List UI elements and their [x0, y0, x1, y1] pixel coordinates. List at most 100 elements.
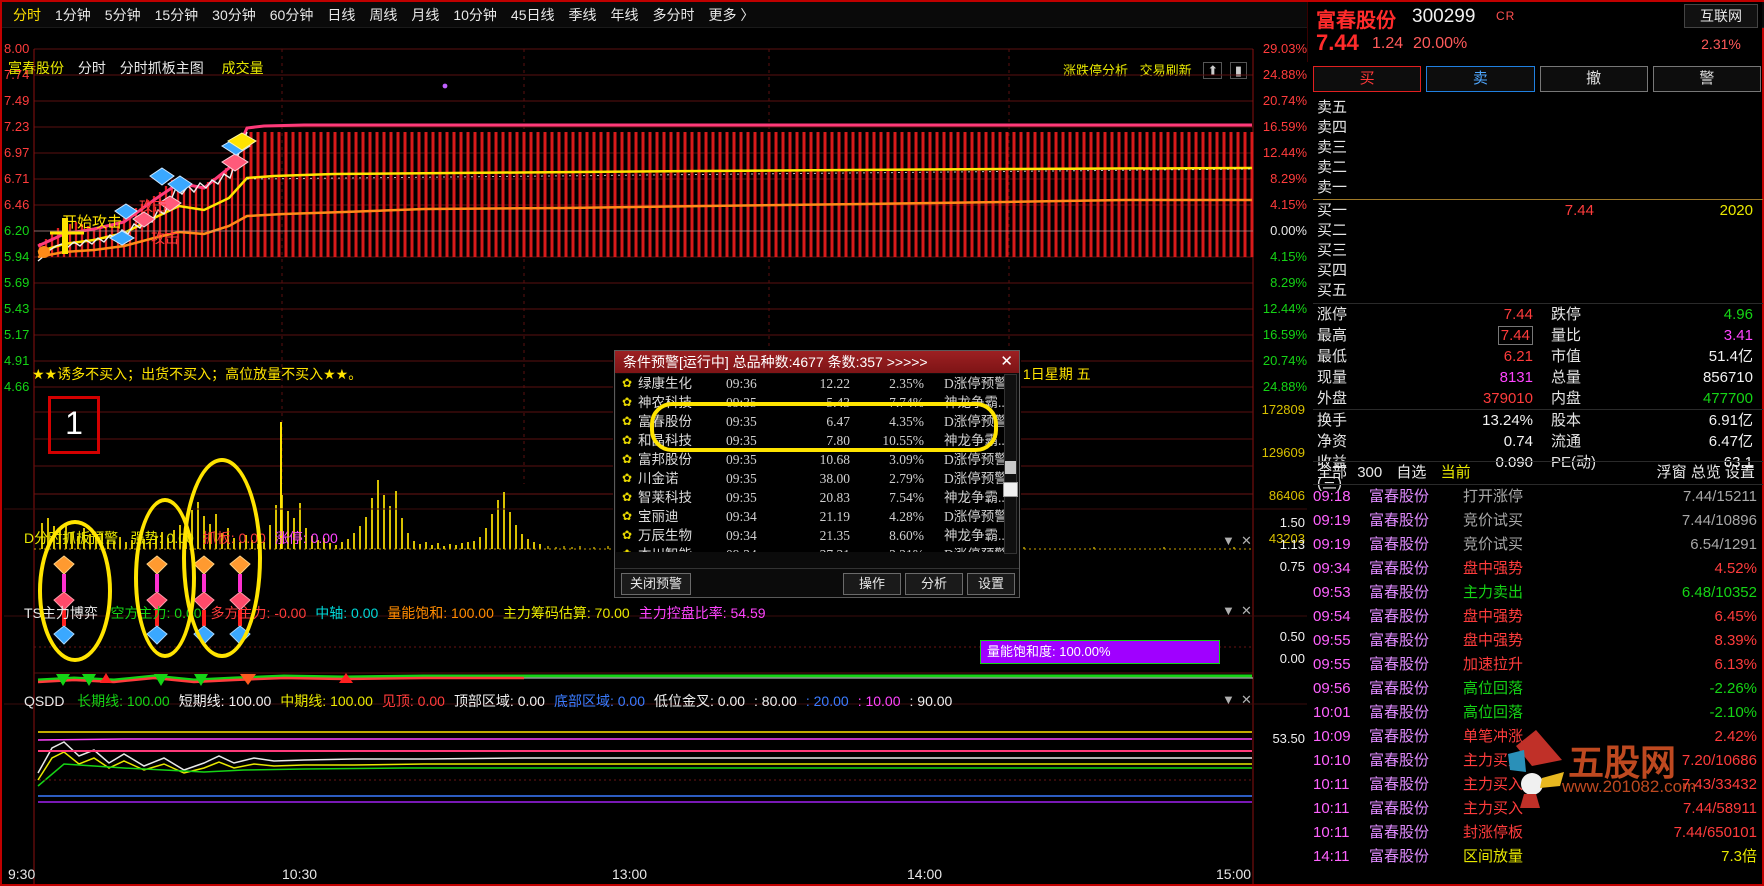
alert-star-icon: ✿: [621, 528, 633, 542]
filter-custom[interactable]: 自选: [1396, 464, 1426, 481]
alert-dialog-titlebar[interactable]: 条件预警[运行中] 总品种数:4677 条数:357 >>>>> ✕: [615, 351, 1019, 373]
close-icon[interactable]: ✕: [1000, 351, 1013, 373]
ask-row[interactable]: 卖五: [1313, 98, 1763, 118]
bid-row[interactable]: 买一 7.44 2020: [1313, 201, 1763, 221]
indicator-item: : 10.00: [857, 693, 901, 709]
transaction-row[interactable]: 09:34 富春股份 盘中强势 4.52%: [1313, 557, 1764, 581]
tx-name: 富春股份: [1369, 584, 1430, 601]
transaction-row[interactable]: 09:54 富春股份 盘中强势 6.45%: [1313, 605, 1764, 629]
filter-all[interactable]: 全部: [1317, 464, 1347, 481]
close-alert-button[interactable]: 关闭预警: [621, 573, 691, 595]
transaction-log[interactable]: 09:18 富春股份 打开涨停 7.44/15211 09:19 富春股份 竞价试买 7.44…: [1313, 485, 1764, 885]
bid-row[interactable]: 买四: [1313, 261, 1763, 281]
transaction-row[interactable]: 09:56 富春股份 高位回落 -2.26%: [1313, 677, 1764, 701]
alert-list-scrollbar[interactable]: [1004, 374, 1017, 554]
top-menu-item-3[interactable]: 15分钟: [148, 2, 206, 28]
panel4-collapse-icon[interactable]: ▼: [1222, 692, 1235, 707]
alert-list[interactable]: ✿ 绿康生化 09:36 12.22 2.35% D涨停预警 ✿ 神农科技 09:35 5.43 7…: [616, 374, 1016, 552]
pct-axis-tick: 4.15%: [1270, 249, 1307, 264]
scrollbar-thumb[interactable]: [1005, 461, 1016, 474]
time-axis-tick: 14:00: [907, 866, 943, 882]
listbar-right-actions[interactable]: 浮窗 总览 设置: [1657, 462, 1755, 484]
sell-button[interactable]: 卖: [1426, 66, 1535, 92]
transaction-row[interactable]: 09:55 富春股份 盘中强势 8.39%: [1313, 629, 1764, 653]
ask-row[interactable]: 卖三: [1313, 138, 1763, 158]
filter-300[interactable]: 300: [1357, 464, 1382, 481]
tx-value: -2.26%: [1709, 680, 1757, 697]
tx-time: 10:01: [1313, 704, 1351, 721]
panel3-collapse-icon[interactable]: ▼: [1222, 603, 1235, 618]
ask-row[interactable]: 卖一: [1313, 178, 1763, 198]
top-menu-item-5[interactable]: 60分钟: [263, 2, 321, 28]
transaction-row[interactable]: 09:53 富春股份 主力卖出 6.48/10352: [1313, 581, 1764, 605]
alert-row[interactable]: ✿ 绿康生化 09:36 12.22 2.35% D涨停预警: [616, 374, 1016, 393]
ask-row[interactable]: 卖二: [1313, 158, 1763, 178]
alert-dialog[interactable]: 条件预警[运行中] 总品种数:4677 条数:357 >>>>> ✕ ✿ 绿康生化…: [614, 350, 1020, 598]
transaction-row[interactable]: 09:55 富春股份 加速拉升 6.13%: [1313, 653, 1764, 677]
level-price: [1379, 158, 1594, 178]
settings-button[interactable]: 设置: [967, 573, 1015, 595]
transaction-row[interactable]: 09:18 富春股份 打开涨停 7.44/15211: [1313, 485, 1764, 509]
price-axis-tick: 6.97: [4, 145, 30, 160]
transaction-row[interactable]: 09:19 富春股份 竞价试买 7.44/10896: [1313, 509, 1764, 533]
tx-value: -2.10%: [1709, 704, 1757, 721]
top-menu-item-14[interactable]: 更多 〉: [701, 2, 761, 28]
top-menu-item-7[interactable]: 周线: [362, 2, 404, 28]
panel4-close-icon[interactable]: ✕: [1241, 692, 1252, 708]
sector-label[interactable]: 互联网: [1684, 4, 1758, 28]
alert-row[interactable]: ✿ 和晶科技 09:35 7.80 10.55% 神龙争霸...: [616, 431, 1016, 450]
time-axis-tick: 15:00: [1216, 866, 1252, 882]
stat-value: 0.74: [1503, 433, 1533, 450]
transaction-row[interactable]: 14:11 富春股份 区间放量 7.3倍: [1313, 845, 1764, 869]
alert-row[interactable]: ✿ 智莱科技 09:35 20.83 7.54% 神龙争霸...: [616, 488, 1016, 507]
stat-key: 外盘: [1317, 390, 1348, 407]
alert-row[interactable]: ✿ 万辰生物 09:34 21.35 8.60% 神龙争霸...: [616, 526, 1016, 545]
panel2-close-icon[interactable]: ✕: [1241, 533, 1252, 549]
alert-checkbox[interactable]: [1003, 482, 1018, 497]
pct-axis-tick: 12.44%: [1262, 145, 1307, 160]
top-menu-item-8[interactable]: 月线: [404, 2, 446, 28]
top-menu-item-2[interactable]: 5分钟: [98, 2, 148, 28]
alert-price: 21.19: [819, 509, 850, 524]
cancel-button[interactable]: 撤: [1539, 66, 1648, 92]
tx-name: 富春股份: [1369, 848, 1430, 865]
price-axis-tick: 7.74: [4, 67, 30, 82]
alert-row[interactable]: ✿ 神农科技 09:35 5.43 7.74% 神龙争霸...: [616, 393, 1016, 412]
alert-time: 09:34: [726, 509, 757, 524]
transaction-row[interactable]: 09:19 富春股份 竞价试买 6.54/1291: [1313, 533, 1764, 557]
analyze-button[interactable]: 分析: [905, 573, 963, 595]
price-axis-tick: 6.71: [4, 171, 30, 186]
top-menu-item-9[interactable]: 10分钟: [446, 2, 504, 28]
filter-current[interactable]: 当前: [1441, 464, 1471, 481]
alert-row[interactable]: ✿ 富春股份 09:35 6.47 4.35% D涨停预警: [616, 412, 1016, 431]
bid-row[interactable]: 买三: [1313, 241, 1763, 261]
alert-row[interactable]: ✿ 富邦股份 09:35 10.68 3.09% D涨停预警: [616, 450, 1016, 469]
stat-value: 8131: [1499, 369, 1533, 386]
alert-price: 5.43: [826, 395, 850, 410]
operation-button[interactable]: 操作: [843, 573, 901, 595]
stat-value-2: 51.4亿: [1708, 348, 1753, 365]
transaction-row[interactable]: 10:11 富春股份 封涨停板 7.44/650101: [1313, 821, 1764, 845]
top-menu-item-6[interactable]: 日线: [320, 2, 362, 28]
top-menu-item-0[interactable]: 分时: [6, 2, 48, 28]
stock-sector[interactable]: 互联网 2.31%: [1684, 4, 1758, 52]
alert-row[interactable]: ✿本川智能09:3437.313.21%D涨停预警: [616, 545, 1016, 552]
alert-row[interactable]: ✿ 宝丽迪 09:34 21.19 4.28% D涨停预警: [616, 507, 1016, 526]
indicator-item: 主力控盘比率: 54.59: [638, 605, 766, 621]
ask-row[interactable]: 卖四: [1313, 118, 1763, 138]
top-menu-item-10[interactable]: 45日线: [504, 2, 562, 28]
sector-pct: 2.31%: [1701, 36, 1741, 52]
alarm-button[interactable]: 警: [1652, 66, 1761, 92]
top-menu-item-1[interactable]: 1分钟: [48, 2, 98, 28]
top-menu-item-4[interactable]: 30分钟: [205, 2, 263, 28]
alert-row[interactable]: ✿ 川金诺 09:35 38.00 2.79% D涨停预警: [616, 469, 1016, 488]
panel3-close-icon[interactable]: ✕: [1241, 603, 1252, 619]
bid-row[interactable]: 买二: [1313, 221, 1763, 241]
bid-row[interactable]: 买五: [1313, 281, 1763, 301]
top-menu-item-13[interactable]: 多分时: [645, 2, 701, 28]
top-menu-item-12[interactable]: 年线: [603, 2, 645, 28]
panel2-collapse-icon[interactable]: ▼: [1222, 533, 1235, 548]
buy-button[interactable]: 买: [1313, 66, 1422, 92]
top-menu-item-11[interactable]: 季线: [561, 2, 603, 28]
level-label: 卖五: [1317, 99, 1348, 116]
